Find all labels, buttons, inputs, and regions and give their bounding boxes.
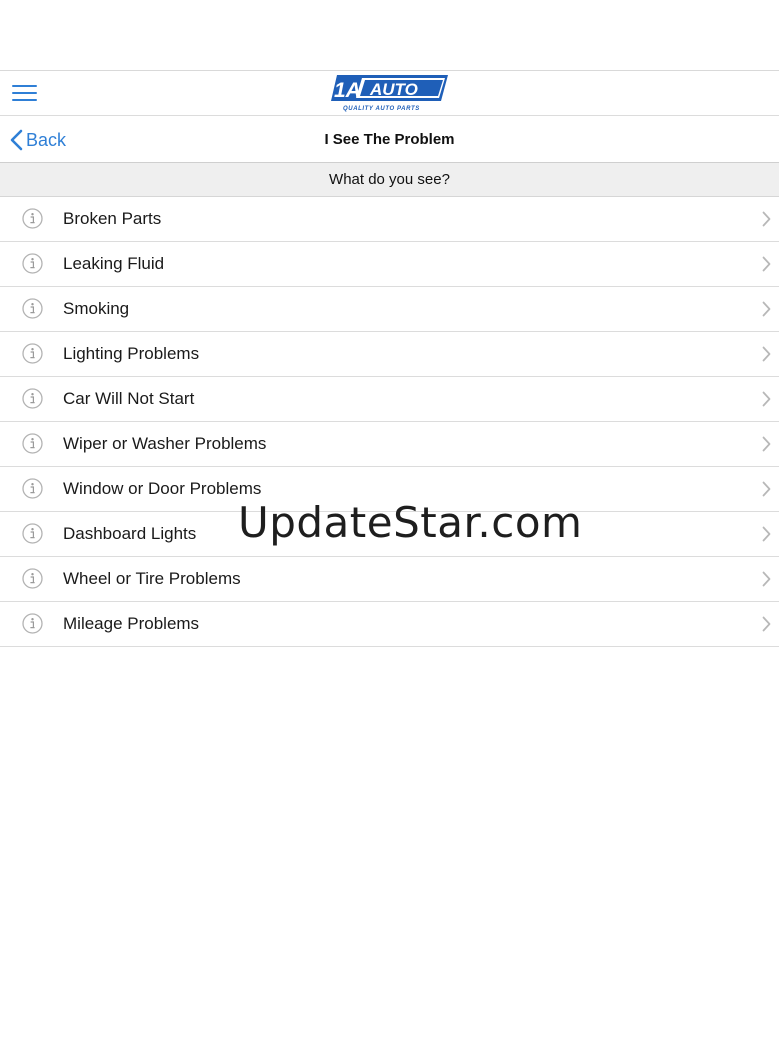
chevron-right-icon	[762, 481, 771, 497]
chevron-right-icon	[762, 256, 771, 272]
list-item[interactable]: Car Will Not Start	[0, 377, 779, 422]
list-item[interactable]: Leaking Fluid	[0, 242, 779, 287]
brand-logo: 1A AUTO QUALITY AUTO PARTS	[331, 75, 448, 112]
list-item-label: Wheel or Tire Problems	[63, 569, 241, 588]
chevron-right-icon	[762, 391, 771, 407]
info-icon[interactable]	[22, 208, 43, 229]
list-item-label: Window or Door Problems	[63, 479, 262, 498]
list-item[interactable]: Lighting Problems	[0, 332, 779, 377]
chevron-right-icon	[762, 436, 771, 452]
chevron-right-icon	[762, 301, 771, 317]
chevron-right-icon	[762, 346, 771, 362]
list-item-label: Smoking	[63, 299, 130, 318]
list-item[interactable]: Wheel or Tire Problems	[0, 557, 779, 602]
list-item-label: Dashboard Lights	[63, 524, 197, 543]
list-item[interactable]: Window or Door Problems	[0, 467, 779, 512]
info-icon[interactable]	[22, 523, 43, 544]
app-header: 1A AUTO QUALITY AUTO PARTS	[0, 71, 779, 116]
list-item[interactable]: Smoking	[0, 287, 779, 332]
list-item[interactable]: Broken Parts	[0, 197, 779, 242]
info-icon[interactable]	[22, 478, 43, 499]
list-item-label: Car Will Not Start	[63, 389, 195, 408]
list-item[interactable]: Dashboard Lights	[0, 512, 779, 557]
list-item-label: Broken Parts	[63, 209, 162, 228]
info-icon[interactable]	[22, 388, 43, 409]
page-title: I See The Problem	[324, 131, 455, 148]
info-icon[interactable]	[22, 253, 43, 274]
list-item-label: Wiper or Washer Problems	[63, 434, 267, 453]
list-item[interactable]: Wiper or Washer Problems	[0, 422, 779, 467]
status-bar-area	[0, 0, 779, 71]
svg-text:AUTO: AUTO	[369, 80, 418, 99]
list-item-label: Mileage Problems	[63, 614, 200, 633]
section-header: What do you see?	[0, 163, 779, 197]
list-item[interactable]: Mileage Problems	[0, 602, 779, 647]
info-icon[interactable]	[22, 298, 43, 319]
chevron-right-icon	[762, 211, 771, 227]
info-icon[interactable]	[22, 433, 43, 454]
svg-text:QUALITY AUTO PARTS: QUALITY AUTO PARTS	[343, 106, 420, 112]
info-icon[interactable]	[22, 568, 43, 589]
list-item-label: Lighting Problems	[63, 344, 200, 363]
chevron-right-icon	[762, 616, 771, 632]
navigation-bar: Back I See The Problem	[0, 116, 779, 163]
info-icon[interactable]	[22, 343, 43, 364]
svg-text:1A: 1A	[334, 79, 361, 102]
problem-list: Broken Parts Leaking Fluid Smoking Lighting…	[0, 197, 779, 647]
chevron-right-icon	[762, 571, 771, 587]
info-icon[interactable]	[22, 613, 43, 634]
list-item-label: Leaking Fluid	[63, 254, 165, 273]
chevron-right-icon	[762, 526, 771, 542]
hamburger-menu-icon[interactable]	[12, 85, 37, 103]
